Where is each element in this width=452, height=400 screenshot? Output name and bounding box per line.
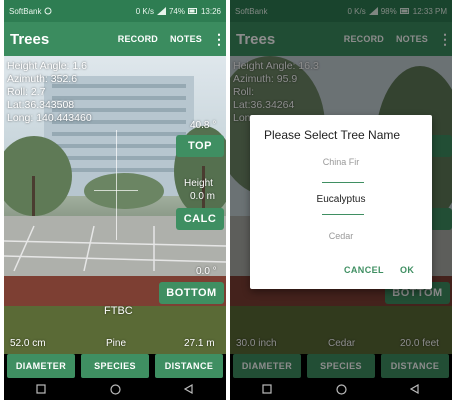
tree-name-dialog: Please Select Tree Name China Fir Eucaly… xyxy=(250,115,432,289)
signal-icon xyxy=(156,7,166,15)
system-nav-bar xyxy=(4,378,226,400)
calc-button[interactable]: CALC xyxy=(176,208,224,230)
home-icon[interactable] xyxy=(334,382,348,396)
height-label: Height xyxy=(184,178,213,189)
phone-screen-left: SoftBank 0 K/s 74% 13:26 Trees RECORD NO… xyxy=(4,0,226,400)
species-button[interactable]: SPECIES xyxy=(81,354,149,378)
sensor-info: Height Angle: 1.6 Azimuth: 352.6 Roll: 2… xyxy=(7,60,92,125)
longitude-readout: Long: 140.443460 xyxy=(7,112,92,124)
battery-level: 74% xyxy=(168,6,185,16)
phone-screen-right: SoftBank 0 K/s 98% 12:33 PM Trees RECORD… xyxy=(230,0,452,400)
diameter-button[interactable]: DIAMETER xyxy=(7,354,75,378)
carrier-label: SoftBank xyxy=(9,6,42,16)
notes-button[interactable]: NOTES xyxy=(170,34,202,44)
picker-option[interactable]: China Fir xyxy=(250,157,432,167)
crosshair-vertical xyxy=(116,130,117,240)
top-angle-value: 40.8 ° xyxy=(190,120,217,131)
height-value: 0.0 m xyxy=(190,191,216,202)
bottom-angle-value: 0.0 ° xyxy=(196,266,217,277)
home-icon[interactable] xyxy=(108,382,122,396)
roll-readout: Roll: 2.7 xyxy=(7,86,46,98)
bottom-action-row: DIAMETER SPECIES DISTANCE xyxy=(4,354,226,378)
azimuth-readout: Azimuth: 352.6 xyxy=(7,73,78,85)
distance-button[interactable]: DISTANCE xyxy=(155,354,223,378)
dialog-title: Please Select Tree Name xyxy=(264,128,401,142)
status-bar: SoftBank 0 K/s 74% 13:26 xyxy=(4,0,226,22)
network-speed: 0 K/s xyxy=(135,6,154,16)
overflow-menu-icon[interactable]: ⋮ xyxy=(212,31,226,48)
recents-icon[interactable] xyxy=(34,382,48,396)
sync-icon xyxy=(44,7,52,15)
picker-option-selected[interactable]: Eucalyptus xyxy=(250,194,432,205)
ok-button[interactable]: OK xyxy=(400,265,414,275)
app-title: Trees xyxy=(10,30,50,48)
cancel-button[interactable]: CANCEL xyxy=(344,265,384,275)
battery-icon xyxy=(187,8,198,14)
app-bar: Trees RECORD NOTES ⋮ xyxy=(4,22,226,56)
recents-icon[interactable] xyxy=(260,382,274,396)
species-value: Pine xyxy=(106,338,127,349)
picker-divider-top xyxy=(322,182,364,183)
back-icon[interactable] xyxy=(408,382,422,396)
record-button[interactable]: RECORD xyxy=(118,34,158,44)
picker-option[interactable]: Cedar xyxy=(250,231,432,241)
bottom-button[interactable]: BOTTOM xyxy=(159,282,224,304)
ftbc-label: FTBC xyxy=(104,305,133,317)
picker-divider-bottom xyxy=(322,214,364,215)
distance-value: 27.1 m xyxy=(184,338,215,349)
height-angle-readout: Height Angle: 1.6 xyxy=(7,60,87,72)
system-nav-bar xyxy=(230,378,452,400)
clock: 13:26 xyxy=(200,6,221,16)
top-button[interactable]: TOP xyxy=(176,135,224,157)
crosshair-horizontal xyxy=(94,190,138,191)
latitude-readout: Lat:36.343508 xyxy=(7,99,75,111)
diameter-value: 52.0 cm xyxy=(10,338,46,349)
back-icon[interactable] xyxy=(182,382,196,396)
